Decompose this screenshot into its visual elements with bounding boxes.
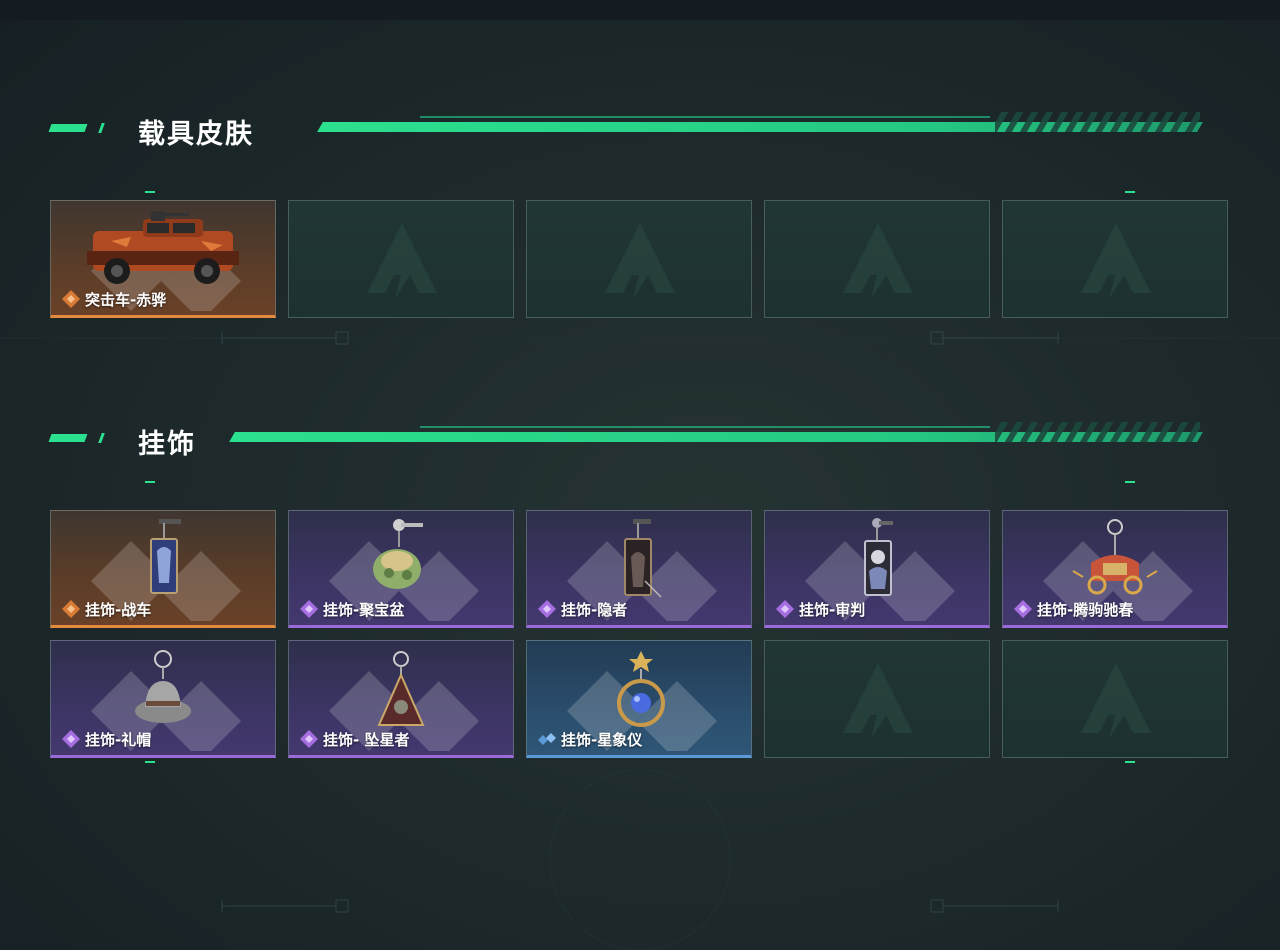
item-name: 挂饰-聚宝盆: [323, 600, 405, 619]
item-name: 突击车-赤骅: [85, 290, 167, 309]
rarity-orange-icon: [62, 600, 80, 618]
header-accent-pill: [48, 124, 88, 132]
item-label: 挂饰-审判: [775, 599, 865, 619]
pendant-card[interactable]: 挂饰- 坠星者: [288, 640, 514, 758]
rarity-purple-icon: [538, 600, 556, 618]
rarity-orange-icon: [62, 290, 80, 308]
pendant-card[interactable]: 挂饰-聚宝盆: [288, 510, 514, 628]
empty-slot: [288, 200, 514, 318]
rarity-purple-icon: [776, 600, 794, 618]
empty-slot-logo-icon: [1081, 663, 1151, 739]
pendant-card[interactable]: 挂饰-审判: [764, 510, 990, 628]
rarity-purple-icon: [300, 600, 318, 618]
empty-slot: [1002, 200, 1228, 318]
vehicle-skin-card[interactable]: 突击车-赤骅: [50, 200, 276, 318]
empty-slot-logo-icon: [1081, 223, 1151, 299]
item-label: 突击车-赤骅: [61, 289, 166, 309]
header-checker-pattern: [995, 112, 1200, 132]
item-label: 挂饰-星象仪: [537, 729, 642, 749]
section-title: 载具皮肤: [138, 119, 254, 150]
section-title: 挂饰: [138, 429, 196, 460]
empty-slot: [1002, 640, 1228, 758]
item-name: 挂饰-隐者: [561, 600, 628, 619]
pendant-card[interactable]: 挂饰-腾驹驰春: [1002, 510, 1228, 628]
item-name: 挂饰-礼帽: [85, 730, 152, 749]
rarity-purple-icon: [62, 730, 80, 748]
rarity-blue-icon: [538, 733, 556, 745]
item-name: 挂饰-星象仪: [561, 730, 643, 749]
item-name: 挂饰-腾驹驰春: [1037, 600, 1134, 619]
section-header-pendants: 挂饰: [0, 418, 1280, 460]
item-label: 挂饰- 坠星者: [299, 729, 409, 749]
header-thin-line: [420, 116, 990, 118]
empty-slot: [764, 640, 990, 758]
empty-slot-logo-icon: [367, 223, 437, 299]
top-bar: [0, 0, 1280, 20]
pendant-card[interactable]: 挂饰-星象仪: [526, 640, 752, 758]
empty-slot-logo-icon: [605, 223, 675, 299]
empty-slot-logo-icon: [843, 663, 913, 739]
empty-slot-logo-icon: [843, 223, 913, 299]
empty-slot: [526, 200, 752, 318]
header-accent-pill: [48, 434, 88, 442]
item-name: 挂饰- 坠星者: [323, 730, 410, 749]
item-label: 挂饰-腾驹驰春: [1013, 599, 1133, 619]
pendant-card[interactable]: 挂饰-战车: [50, 510, 276, 628]
empty-slot: [764, 200, 990, 318]
item-label: 挂饰-聚宝盆: [299, 599, 404, 619]
pendant-card[interactable]: 挂饰-隐者: [526, 510, 752, 628]
item-label: 挂饰-隐者: [537, 599, 627, 619]
rarity-purple-icon: [1014, 600, 1032, 618]
rarity-purple-icon: [300, 730, 318, 748]
item-name: 挂饰-审判: [799, 600, 866, 619]
header-checker-pattern: [995, 422, 1200, 442]
header-accent-tick: [98, 123, 105, 133]
item-name: 挂饰-战车: [85, 600, 152, 619]
section-header-vehicle-skins: 载具皮肤: [0, 108, 1280, 150]
item-label: 挂饰-礼帽: [61, 729, 151, 749]
pendant-card[interactable]: 挂饰-礼帽: [50, 640, 276, 758]
header-accent-tick: [98, 433, 105, 443]
item-label: 挂饰-战车: [61, 599, 151, 619]
header-thin-line: [420, 426, 990, 428]
